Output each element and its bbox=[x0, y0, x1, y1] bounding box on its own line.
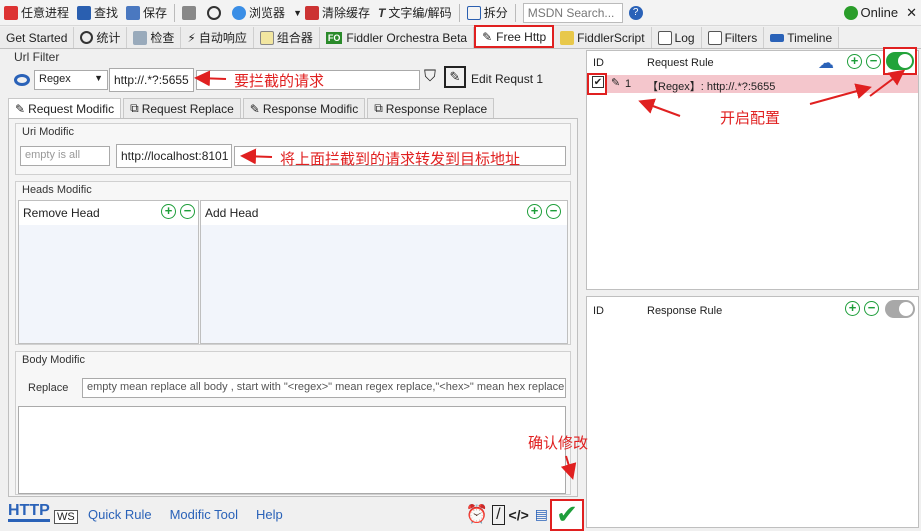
annotation-enable: 开启配置 bbox=[720, 110, 781, 127]
arrow-intercept bbox=[194, 70, 227, 87]
annotation-forward: 将上面拦截到的请求转发到目标地址 bbox=[280, 151, 521, 168]
annotation-confirm: 确认修改 bbox=[528, 435, 589, 452]
arrow-forward bbox=[240, 148, 273, 165]
arrow-enable-row bbox=[809, 83, 872, 105]
annotation-intercept: 要拦截的请求 bbox=[234, 73, 325, 90]
arrow-enable-toggle bbox=[869, 69, 906, 97]
annotation-arrows bbox=[194, 69, 906, 480]
arrow-enable-checkbox bbox=[638, 98, 681, 117]
arrow-confirm bbox=[560, 455, 577, 480]
